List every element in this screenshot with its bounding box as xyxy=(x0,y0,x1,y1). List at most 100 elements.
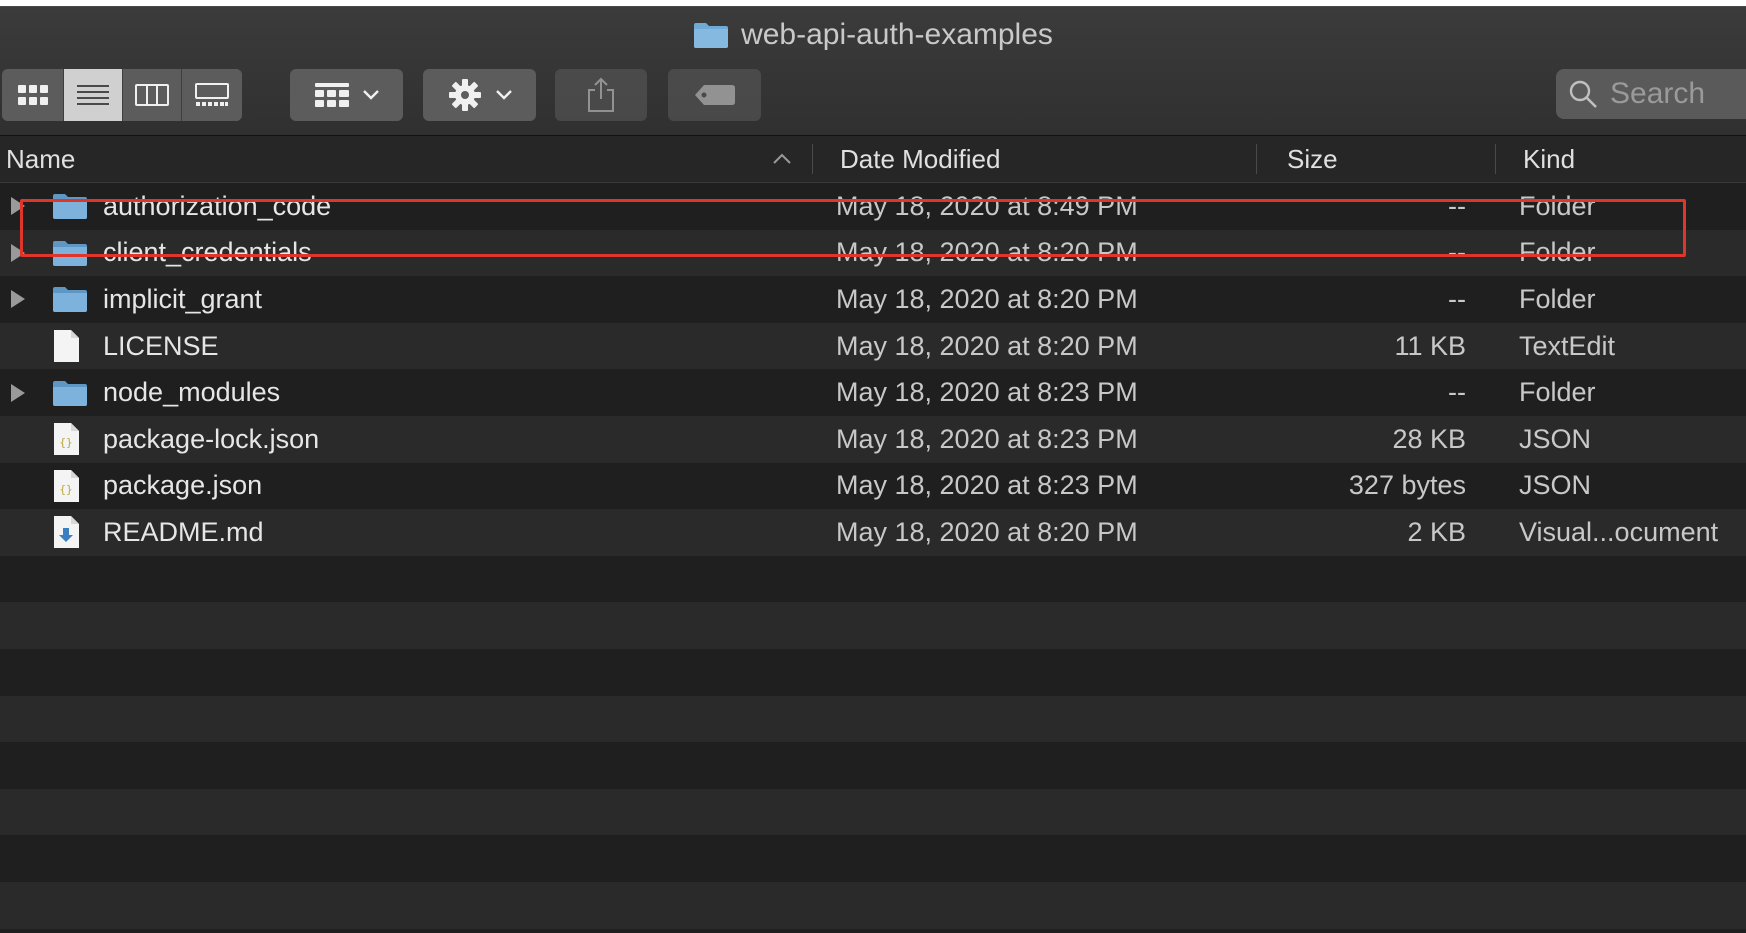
column-view-icon xyxy=(135,84,170,106)
file-name: authorization_code xyxy=(103,190,332,221)
disclosure-triangle-icon xyxy=(11,383,25,402)
view-mode-control xyxy=(2,69,242,121)
file-list: authorization_code May 18, 2020 at 8:49 P… xyxy=(0,183,1746,929)
file-size: -- xyxy=(1448,283,1466,314)
disclosure-triangle-icon xyxy=(11,290,25,309)
chevron-down-icon xyxy=(362,90,379,100)
file-row[interactable]: node_modules May 18, 2020 at 8:23 PM -- Fol… xyxy=(0,369,1746,416)
kind-column-header[interactable]: Kind xyxy=(1523,136,1575,182)
file-row[interactable]: LICENSE May 18, 2020 at 8:20 PM 11 KB TextE… xyxy=(0,322,1746,370)
size-column-label: Size xyxy=(1287,143,1338,174)
list-view-button[interactable] xyxy=(64,69,124,121)
file-date: May 18, 2020 at 8:20 PM xyxy=(836,237,1138,268)
disclosure-triangle[interactable] xyxy=(10,276,26,323)
file-date: May 18, 2020 at 8:23 PM xyxy=(836,423,1138,454)
disclosure-triangle[interactable] xyxy=(10,230,26,277)
window-title-text: web-api-auth-examples xyxy=(741,18,1053,51)
folder-icon xyxy=(694,23,729,48)
column-view-button[interactable] xyxy=(123,69,182,121)
file-name: client_credentials xyxy=(103,237,312,268)
folder-icon xyxy=(53,380,87,406)
file-icon: {} xyxy=(52,463,80,510)
finder-window: web-api-auth-examples Search Name Date M… xyxy=(0,6,1746,933)
svg-text:{}: {} xyxy=(59,436,72,449)
empty-row xyxy=(0,649,1746,696)
gear-icon xyxy=(448,79,481,111)
column-divider[interactable] xyxy=(1256,144,1257,174)
name-column-header[interactable]: Name xyxy=(6,136,75,182)
empty-row xyxy=(0,788,1746,836)
file-row[interactable]: {} package.json May 18, 2020 at 8:23 PM 327… xyxy=(0,463,1746,510)
file-size: 28 KB xyxy=(1392,423,1466,454)
file-row[interactable]: {} package-lock.json May 18, 2020 at 8:23 … xyxy=(0,415,1746,463)
gallery-view-icon xyxy=(194,83,229,106)
tag-inner xyxy=(668,69,761,121)
file-row[interactable]: authorization_code May 18, 2020 at 8:49 P… xyxy=(0,183,1746,230)
file-icon xyxy=(52,323,80,370)
name-column-label: Name xyxy=(6,143,76,174)
folder-icon xyxy=(53,240,87,266)
file-kind: JSON xyxy=(1519,423,1592,454)
action-menu-button[interactable] xyxy=(423,69,536,121)
file-size: 11 KB xyxy=(1394,330,1466,361)
file-icon xyxy=(52,230,88,277)
file-icon: {} xyxy=(52,416,80,463)
group-by-button[interactable] xyxy=(290,69,403,121)
folder-icon xyxy=(53,194,87,220)
size-column-header[interactable]: Size xyxy=(1287,136,1338,182)
share-button[interactable] xyxy=(555,69,647,121)
file-size: -- xyxy=(1448,237,1466,268)
share-icon xyxy=(588,77,614,112)
folder-icon xyxy=(53,287,87,313)
document-icon xyxy=(54,330,79,363)
file-name: README.md xyxy=(103,516,264,547)
file-row[interactable]: implicit_grant May 18, 2020 at 8:20 PM -- F… xyxy=(0,276,1746,323)
file-size: 327 bytes xyxy=(1348,470,1466,501)
file-date: May 18, 2020 at 8:23 PM xyxy=(836,470,1138,501)
icon-view-icon xyxy=(17,85,48,105)
empty-row xyxy=(0,881,1746,929)
search-input[interactable] xyxy=(1608,76,1746,112)
disclosure-triangle[interactable] xyxy=(10,369,26,416)
file-kind: Visual...ocument xyxy=(1519,516,1719,547)
date-column-label: Date Modified xyxy=(840,143,1001,174)
file-row[interactable]: client_credentials May 18, 2020 at 8:20 P… xyxy=(0,229,1746,277)
file-date: May 18, 2020 at 8:49 PM xyxy=(836,190,1138,221)
file-kind: Folder xyxy=(1519,237,1596,268)
group-by-icon xyxy=(314,83,349,107)
column-divider[interactable] xyxy=(812,144,813,174)
file-icon xyxy=(52,183,88,230)
list-view-icon xyxy=(77,85,110,105)
column-divider[interactable] xyxy=(1495,144,1496,174)
tag-button[interactable] xyxy=(668,69,761,121)
window-title: web-api-auth-examples xyxy=(0,17,1746,53)
disclosure-triangle[interactable] xyxy=(10,183,26,230)
column-header: Name Date Modified Size Kind xyxy=(0,136,1746,183)
file-icon xyxy=(52,369,88,416)
file-date: May 18, 2020 at 8:23 PM xyxy=(836,377,1138,408)
file-kind: Folder xyxy=(1519,190,1596,221)
search-field[interactable] xyxy=(1556,69,1746,119)
kind-column-label: Kind xyxy=(1523,143,1576,174)
file-name: package-lock.json xyxy=(103,423,320,454)
file-date: May 18, 2020 at 8:20 PM xyxy=(836,330,1138,361)
file-row[interactable]: README.md May 18, 2020 at 8:20 PM 2 KB Visu… xyxy=(0,509,1746,556)
file-date: May 18, 2020 at 8:20 PM xyxy=(836,283,1138,314)
file-name: package.json xyxy=(103,470,263,501)
json-file-icon: {} xyxy=(54,469,79,502)
empty-row xyxy=(0,695,1746,743)
titlebar: web-api-auth-examples xyxy=(0,7,1746,136)
file-kind: TextEdit xyxy=(1519,330,1616,361)
date-column-header[interactable]: Date Modified xyxy=(840,136,1000,182)
tag-icon xyxy=(694,85,735,105)
file-size: -- xyxy=(1448,377,1466,408)
file-name: implicit_grant xyxy=(103,283,263,314)
file-name: LICENSE xyxy=(103,330,219,361)
empty-row xyxy=(0,602,1746,649)
file-icon xyxy=(52,276,88,323)
chevron-up-icon[interactable] xyxy=(772,148,792,170)
gallery-view-button[interactable] xyxy=(181,69,242,121)
chevron-down-icon xyxy=(495,90,512,100)
icon-view-button[interactable] xyxy=(2,69,65,121)
file-kind: Folder xyxy=(1519,283,1596,314)
